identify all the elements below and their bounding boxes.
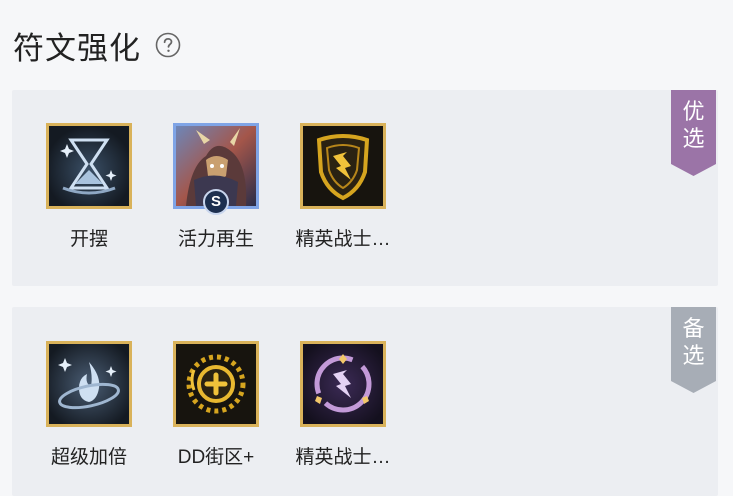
card-label: DD街区+	[177, 447, 255, 468]
flame-orbit-icon	[49, 344, 129, 424]
hourglass-icon	[49, 126, 129, 206]
alternate-section: 备选 超级加倍 DD街区+ 精英战士…	[12, 307, 718, 496]
card-icon-frame	[300, 123, 386, 209]
crystal-ring-icon	[303, 344, 383, 424]
card-label: 开摆	[69, 229, 108, 250]
page-title: 符文强化	[13, 30, 141, 66]
card-icon-frame	[173, 341, 259, 427]
card-label: 超级加倍	[50, 447, 127, 468]
page-header: 符文强化	[13, 22, 181, 68]
card-label: 精英战士…	[295, 229, 391, 250]
preferred-section: 优选 开摆 S 活力再生 精英战士…	[12, 90, 718, 286]
card-label: 精英战士…	[295, 447, 391, 468]
preferred-ribbon-text: 优选	[671, 98, 716, 152]
question-circle-icon[interactable]	[155, 32, 181, 58]
ribbon-char: 备选	[682, 316, 705, 368]
shield-emblem-icon	[303, 126, 383, 206]
card-icon-frame	[46, 341, 132, 427]
coin-plus-icon	[176, 344, 256, 424]
tier-s-badge: S	[203, 189, 229, 215]
card-icon-frame	[46, 123, 132, 209]
card-label: 活力再生	[177, 229, 254, 250]
alternate-ribbon: 备选	[671, 307, 716, 393]
card-icon-frame	[300, 341, 386, 427]
ribbon-char: 优选	[682, 99, 705, 151]
alternate-ribbon-text: 备选	[671, 315, 716, 369]
preferred-ribbon: 优选	[671, 90, 716, 176]
